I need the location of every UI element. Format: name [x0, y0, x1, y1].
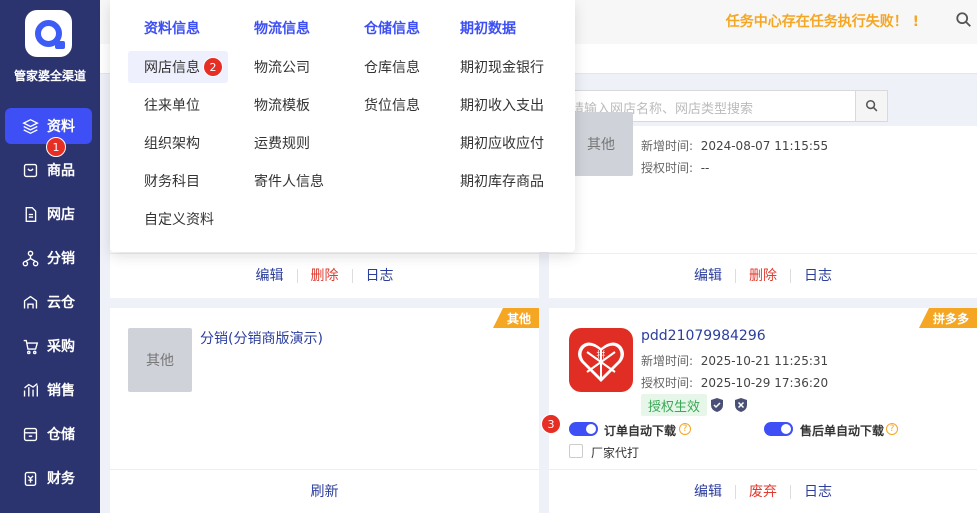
- sidebar-item-label: 分销: [47, 251, 75, 267]
- layers-icon: [22, 118, 39, 134]
- toggle-label: 订单自动下载: [604, 424, 677, 438]
- product-box-icon: [23, 163, 38, 177]
- cloud-warehouse-icon: [23, 295, 38, 308]
- platform-tag: 其他: [492, 308, 539, 328]
- sidebar-item-label: 云仓: [47, 295, 75, 311]
- menu-item-logistics-company[interactable]: 物流公司: [254, 57, 310, 77]
- menu-item-logistics-template[interactable]: 物流模板: [254, 95, 310, 115]
- menu-item-accounts[interactable]: 财务科目: [144, 171, 200, 191]
- menu-item-freight-rules[interactable]: 运费规则: [254, 133, 310, 153]
- shop-card: 其他 其他 分销(分销商版演示) 刷新: [110, 308, 539, 513]
- menu-item-custom-data[interactable]: 自定义资料: [144, 209, 214, 229]
- sidebar-item-label: 仓储: [47, 427, 75, 443]
- edit-link[interactable]: 编辑: [681, 484, 736, 499]
- finance-icon: [24, 471, 37, 486]
- sidebar-item-storage[interactable]: 仓储: [0, 416, 100, 452]
- aftersale-auto-download-toggle[interactable]: [764, 422, 793, 436]
- delete-link[interactable]: 删除: [736, 269, 791, 283]
- menu-item-organization[interactable]: 组织架构: [144, 133, 200, 153]
- shield-x-icon: [735, 398, 747, 412]
- search-icon: [865, 99, 877, 112]
- sales-chart-icon: [23, 382, 38, 396]
- sidebar-item-label: 资料: [47, 119, 75, 135]
- menu-item-opening-cash[interactable]: 期初现金银行: [460, 57, 544, 77]
- sidebar-item-label: 采购: [47, 339, 75, 355]
- sidebar-item-cloud-warehouse[interactable]: 云仓: [0, 284, 100, 320]
- shop-card: 拼多多 拼 pdd21079984296 新增时间: 2025-10-21 11…: [549, 308, 977, 513]
- edit-link[interactable]: 编辑: [681, 269, 736, 283]
- sidebar-item-shop[interactable]: 网店: [0, 196, 100, 232]
- menu-column-title: 仓储信息: [364, 21, 420, 37]
- menu-item-warehouse[interactable]: 仓库信息: [364, 57, 420, 77]
- platform-tag: 拼多多: [918, 308, 977, 328]
- log-link[interactable]: 日志: [353, 269, 407, 283]
- menu-item-location[interactable]: 货位信息: [364, 95, 420, 115]
- step-badge: 3: [541, 414, 561, 434]
- added-time: 新增时间: 2024-08-07 11:15:55: [641, 139, 829, 153]
- shop-name[interactable]: pdd21079984296: [641, 328, 766, 344]
- sidebar-item-label: 网店: [47, 207, 75, 223]
- document-icon: [25, 206, 37, 222]
- auth-status-badge: 授权生效: [641, 394, 708, 416]
- log-link[interactable]: 日志: [791, 485, 845, 499]
- step-badge: 1: [46, 137, 66, 157]
- card-actions: 刷新: [110, 469, 539, 513]
- log-link[interactable]: 日志: [791, 269, 845, 283]
- delete-link[interactable]: 删除: [298, 269, 353, 283]
- toggle-label: 售后单自动下载: [800, 424, 885, 438]
- help-icon[interactable]: ?: [886, 423, 898, 435]
- org-tree-icon: [22, 250, 39, 266]
- menu-column-title: 物流信息: [254, 21, 310, 37]
- brand-name: 管家婆全渠道: [13, 69, 86, 83]
- sidebar-item-product[interactable]: 商品: [0, 152, 100, 188]
- shop-thumbnail: 其他: [128, 328, 192, 392]
- search-icon[interactable]: [955, 11, 973, 29]
- data-mega-menu: 资料信息 物流信息 仓储信息 期初数据 网店信息 往来单位 组织架构 财务科目 …: [110, 0, 575, 252]
- order-auto-download-toggle[interactable]: [569, 422, 598, 436]
- checkbox-label: 厂家代打: [591, 446, 640, 460]
- sidebar-item-label: 销售: [47, 383, 75, 399]
- menu-item-sender-info[interactable]: 寄件人信息: [254, 171, 324, 191]
- shield-check-icon: [711, 398, 723, 412]
- menu-item-partners[interactable]: 往来单位: [144, 95, 200, 115]
- menu-item-opening-receivable[interactable]: 期初应收应付: [460, 133, 544, 153]
- sidebar-item-distribution[interactable]: 分销: [0, 240, 100, 276]
- search-button[interactable]: [856, 90, 888, 122]
- app-logo: [25, 10, 72, 57]
- task-failure-notice[interactable]: 任务中心存在任务执行失败！ !: [726, 11, 919, 31]
- cart-icon: [23, 339, 39, 354]
- auth-time: 授权时间: 2025-10-29 17:36:20: [641, 376, 829, 390]
- sidebar-item-purchase[interactable]: 采购: [0, 328, 100, 364]
- factory-print-checkbox[interactable]: [569, 444, 583, 458]
- step-badge: 2: [203, 57, 223, 77]
- added-time: 新增时间: 2025-10-21 11:25:31: [641, 354, 829, 368]
- shop-card: 其他 新增时间: 2024-08-07 11:15:55 授权时间: -- 编辑…: [549, 112, 977, 298]
- storage-box-icon: [23, 427, 38, 441]
- card-actions: 编辑 废弃 日志: [549, 469, 977, 513]
- discard-link[interactable]: 废弃: [736, 484, 791, 499]
- pinduoduo-logo: 拼: [569, 328, 633, 392]
- brand: 管家婆全渠道: [0, 0, 100, 96]
- menu-item-opening-income[interactable]: 期初收入支出: [460, 95, 544, 115]
- card-actions: 编辑 删除 日志: [549, 253, 977, 298]
- auth-time: 授权时间: --: [641, 161, 710, 175]
- sidebar-item-sales[interactable]: 销售: [0, 372, 100, 408]
- sidebar-item-label: 商品: [47, 163, 75, 179]
- card-actions: 编辑 删除 日志: [110, 253, 539, 298]
- menu-column-title: 期初数据: [460, 21, 516, 37]
- shop-thumbnail: 其他: [569, 112, 633, 176]
- menu-item-opening-stock[interactable]: 期初库存商品: [460, 171, 544, 191]
- sidebar-item-label: 财务: [47, 471, 75, 487]
- help-icon[interactable]: ?: [679, 423, 691, 435]
- shop-name[interactable]: 分销(分销商版演示): [200, 328, 323, 348]
- menu-column-title: 资料信息: [144, 21, 200, 37]
- svg-text:拼: 拼: [596, 349, 605, 361]
- sidebar-item-finance[interactable]: 财务: [0, 460, 100, 496]
- sidebar: 管家婆全渠道 资料 商品 网店 分销 云仓 采购 销售 仓储 财务: [0, 0, 100, 513]
- refresh-link[interactable]: 刷新: [298, 485, 352, 499]
- edit-link[interactable]: 编辑: [243, 269, 298, 283]
